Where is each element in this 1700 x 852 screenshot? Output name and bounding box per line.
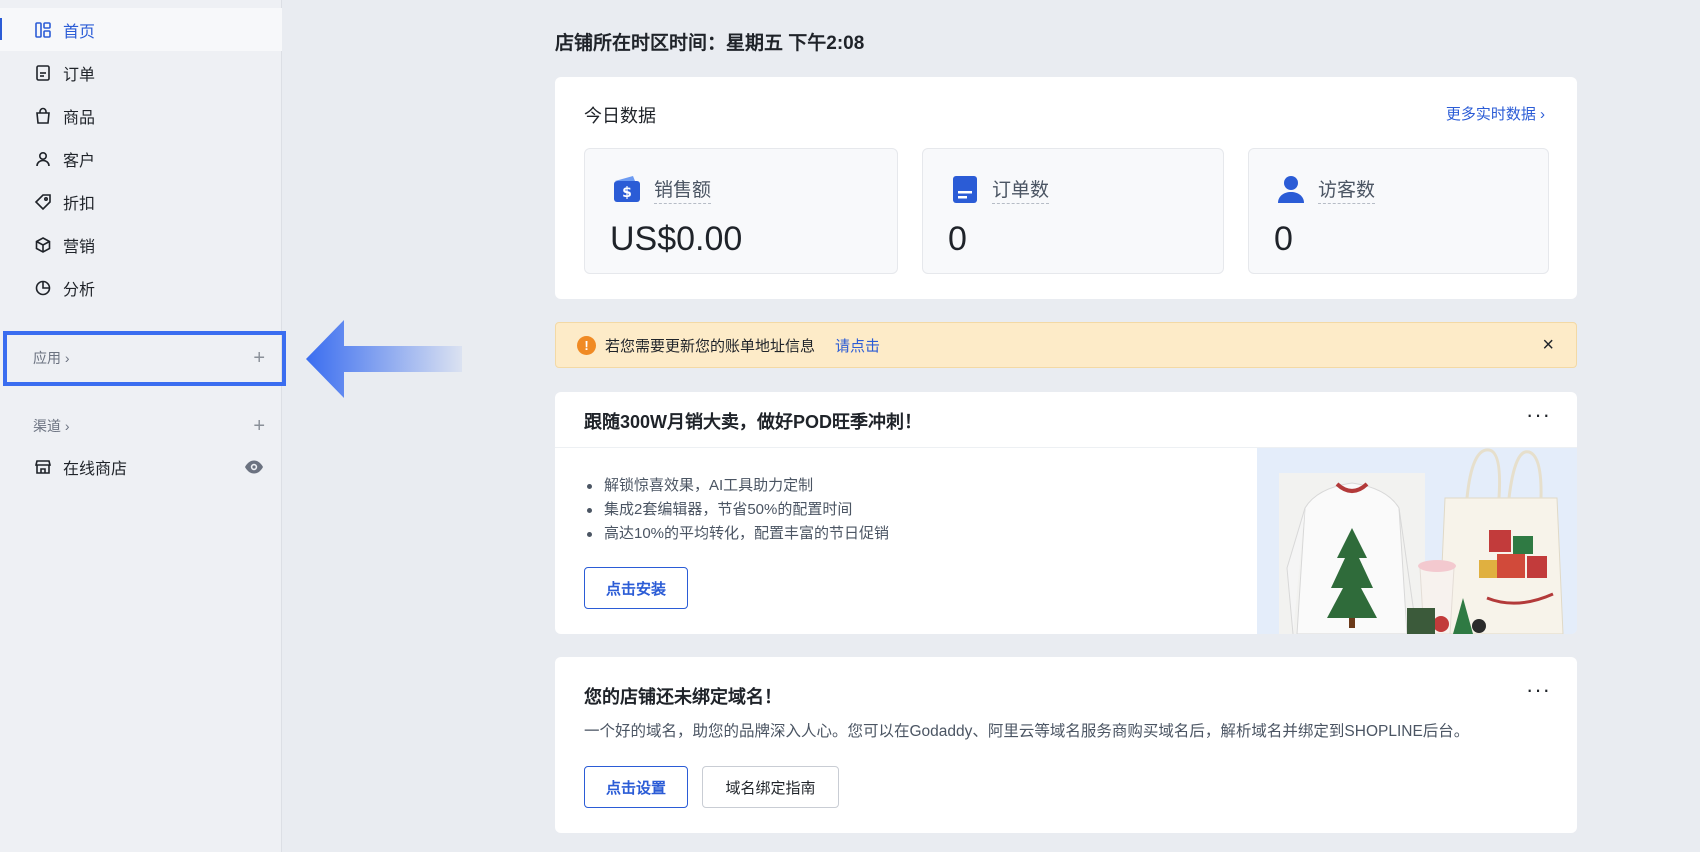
- orders-stat-head: 订单数: [949, 173, 1050, 205]
- list-item: 解锁惊喜效果，AI工具助力定制: [584, 474, 889, 498]
- visitors-stat-head: 访客数: [1275, 173, 1376, 205]
- visitors-stat-label: 访客数: [1318, 175, 1376, 204]
- store-icon: [33, 457, 53, 477]
- promo-card-header: 跟随300W月销大卖，做好POD旺季冲刺！ ···: [555, 392, 1577, 448]
- sidebar-item-label: 首页: [63, 23, 96, 41]
- domain-description: 一个好的域名，助您的品牌深入人心。您可以在Godaddy、阿里云等域名服务商购买…: [584, 723, 1470, 740]
- warning-icon: !: [577, 335, 596, 355]
- svg-text:$: $: [622, 185, 632, 201]
- pod-promo-card: 跟随300W月销大卖，做好POD旺季冲刺！ ··· 解锁惊喜效果，AI工具助力定…: [555, 392, 1577, 634]
- notice-text: 若您需要更新您的账单地址信息: [605, 337, 816, 355]
- promo-bullet-list: 解锁惊喜效果，AI工具助力定制 集成2套编辑器，节省50%的配置时间 高达10%…: [584, 474, 889, 546]
- sidebar-item-label: 折扣: [63, 195, 96, 213]
- close-icon[interactable]: ×: [1542, 335, 1554, 355]
- eye-icon[interactable]: [243, 456, 265, 478]
- sidebar-item-label: 分析: [63, 281, 96, 299]
- more-options-icon[interactable]: ···: [1526, 402, 1551, 428]
- sidebar-item-label: 营销: [63, 238, 96, 256]
- orders-stat-label: 订单数: [992, 175, 1050, 204]
- visitor-icon: [1278, 176, 1304, 203]
- sidebar-item-marketing[interactable]: 营销: [0, 223, 282, 266]
- shopping-bag-icon: [33, 106, 53, 126]
- tag-icon: [33, 192, 53, 212]
- order-icon: [33, 63, 53, 83]
- list-item: 高达10%的平均转化，配置丰富的节日促销: [584, 522, 889, 546]
- online-store-row: 在线商店: [33, 454, 265, 480]
- arrow-left-icon: [306, 320, 462, 398]
- today-data-card: 今日数据 更多实时数据 › $ 销售额 US$0.00 订单数 0 访客数 0: [555, 77, 1577, 299]
- sidebar-item-analytics[interactable]: 分析: [0, 266, 282, 309]
- orders-stat-card[interactable]: 订单数 0: [922, 148, 1224, 274]
- today-data-title: 今日数据: [584, 106, 656, 126]
- document-icon: [953, 176, 977, 203]
- wallet-icon: $: [614, 176, 640, 202]
- more-realtime-data-link[interactable]: 更多实时数据 ›: [1446, 103, 1545, 124]
- domain-title: 您的店铺还未绑定域名！: [584, 687, 782, 707]
- domain-guide-button[interactable]: 域名绑定指南: [702, 766, 839, 808]
- list-item: 集成2套编辑器，节省50%的配置时间: [584, 498, 889, 522]
- install-button[interactable]: 点击安装: [584, 567, 688, 609]
- nav-list: 首页 订单 商品 客户 折扣 营销 分析: [0, 8, 282, 309]
- sales-stat-label: 销售额: [654, 175, 712, 204]
- orders-stat-value: 0: [948, 220, 967, 258]
- visitors-stat-value: 0: [1274, 220, 1293, 258]
- promo-product-image: [1257, 448, 1577, 634]
- visitors-stat-card[interactable]: 访客数 0: [1248, 148, 1549, 274]
- notice-click-link[interactable]: 请点击: [835, 335, 880, 356]
- billing-address-notice: ! 若您需要更新您的账单地址信息 请点击 ×: [555, 322, 1577, 368]
- dashboard-icon: [33, 20, 53, 40]
- pie-chart-icon: [33, 278, 53, 298]
- sales-stat-value: US$0.00: [610, 220, 743, 258]
- store-timezone-time: 店铺所在时区时间：星期五 下午2:08: [555, 33, 865, 54]
- sidebar-item-discounts[interactable]: 折扣: [0, 180, 282, 223]
- channels-section-label[interactable]: 渠道 ›: [33, 416, 70, 436]
- sidebar-item-products[interactable]: 商品: [0, 94, 282, 137]
- sidebar-item-label: 商品: [63, 109, 96, 127]
- add-channel-icon[interactable]: +: [253, 416, 265, 436]
- sales-stat-card[interactable]: $ 销售额 US$0.00: [584, 148, 898, 274]
- sidebar-item-home[interactable]: 首页: [0, 8, 282, 51]
- cube-icon: [33, 235, 53, 255]
- apps-highlight-box: [3, 331, 286, 386]
- sidebar-item-online-store[interactable]: 在线商店: [33, 455, 127, 479]
- domain-binding-card: 您的店铺还未绑定域名！ ··· 一个好的域名，助您的品牌深入人心。您可以在God…: [555, 657, 1577, 833]
- promo-title: 跟随300W月销大卖，做好POD旺季冲刺！: [584, 412, 923, 432]
- online-store-label: 在线商店: [63, 461, 128, 478]
- more-options-icon[interactable]: ···: [1526, 677, 1551, 703]
- sidebar-item-orders[interactable]: 订单: [0, 51, 282, 94]
- sidebar-item-customers[interactable]: 客户: [0, 137, 282, 180]
- sidebar-item-label: 订单: [63, 66, 96, 84]
- user-icon: [33, 149, 53, 169]
- sales-stat-head: $ 销售额: [611, 173, 712, 205]
- setup-domain-button[interactable]: 点击设置: [584, 766, 688, 808]
- sidebar-item-label: 客户: [63, 152, 96, 170]
- channels-section-row: 渠道 › +: [33, 416, 265, 436]
- sidebar: 首页 订单 商品 客户 折扣 营销 分析 应用 › + 渠道 › + 在线商店: [0, 0, 282, 852]
